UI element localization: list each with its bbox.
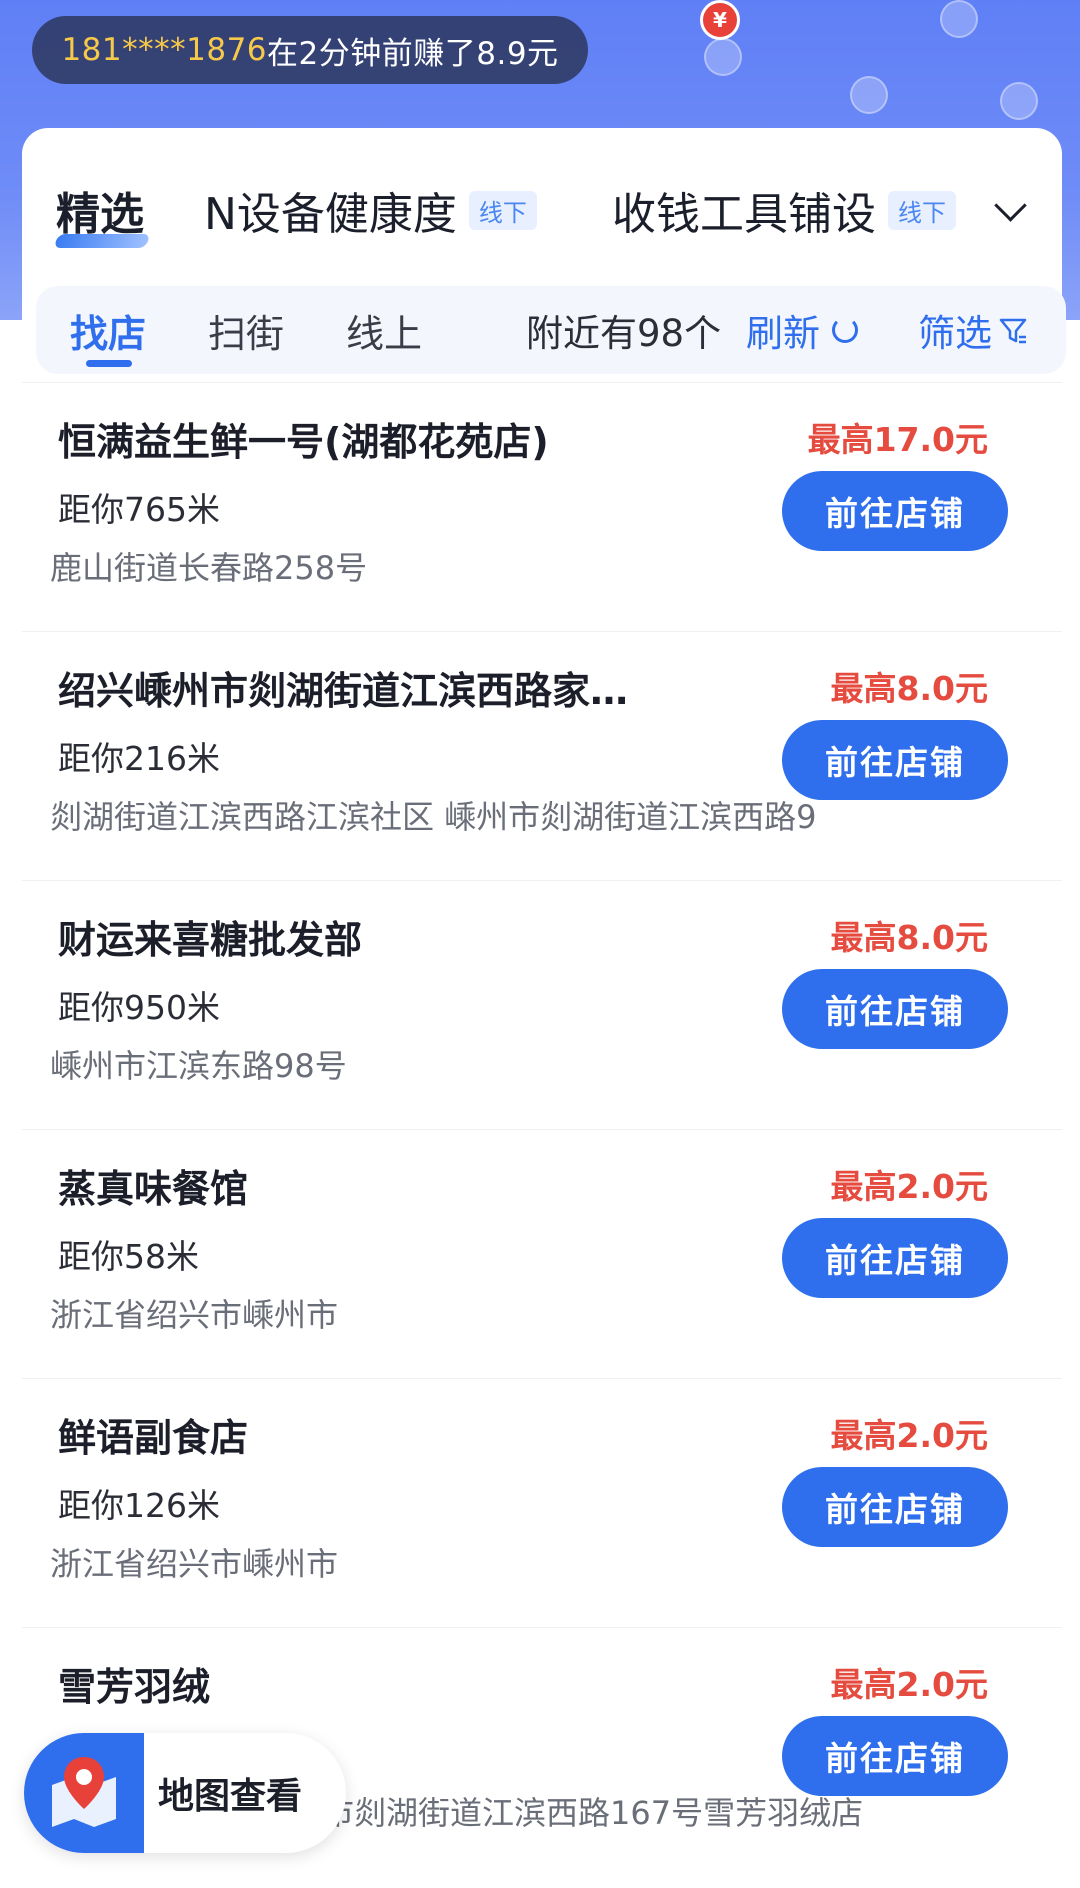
store-name: 财运来喜糖批发部 xyxy=(58,918,363,962)
offline-tag: 线下 xyxy=(468,190,537,230)
top-tabs: 精选 N设备健康度 线下 收钱工具铺设 线下 xyxy=(22,168,1062,252)
offline-tag: 线下 xyxy=(888,190,956,230)
refresh-button[interactable]: 刷新 xyxy=(746,286,858,374)
shop-pin-icon[interactable] xyxy=(940,0,978,38)
refresh-label: 刷新 xyxy=(746,312,820,355)
store-name: 雪芳羽绒 xyxy=(58,1665,211,1709)
filter-icon xyxy=(999,318,1027,344)
store-distance: 距你126米 xyxy=(58,1486,220,1525)
nearby-count: 附近有98个 xyxy=(526,312,722,355)
store-row[interactable]: 恒满益生鲜一号(湖都花苑店) 距你765米 鹿山街道长春路258号 最高17.0… xyxy=(22,382,1062,631)
earnings-ticker: 181****1876 在2分钟前赚了8.9元 xyxy=(32,16,588,84)
store-name: 绍兴嵊州市剡湖街道江滨西路家汇… xyxy=(58,669,648,713)
store-row[interactable]: 财运来喜糖批发部 距你950米 嵊州市江滨东路98号 最高8.0元 前往店铺 xyxy=(22,880,1062,1129)
store-reward: 最高2.0元 xyxy=(830,1167,988,1206)
go-to-store-button[interactable]: 前往店铺 xyxy=(782,969,1008,1049)
tab-payment-tools-label: 收钱工具铺设 xyxy=(612,189,876,240)
go-to-store-button[interactable]: 前往店铺 xyxy=(782,471,1008,551)
subtab-indicator xyxy=(86,360,132,367)
store-distance: 距你58米 xyxy=(58,1237,199,1276)
yen-pin-icon[interactable]: ¥ xyxy=(700,0,740,40)
store-reward: 最高17.0元 xyxy=(807,420,988,459)
map-view-button[interactable]: 地图查看 xyxy=(24,1733,346,1853)
store-distance: 距你950米 xyxy=(58,988,220,1027)
store-distance: 距你765米 xyxy=(58,490,220,529)
active-tab-indicator xyxy=(53,234,151,248)
store-row[interactable]: 蒸真味餐馆 距你58米 浙江省绍兴市嵊州市 最高2.0元 前往店铺 xyxy=(22,1129,1062,1378)
tab-device-health[interactable]: N设备健康度 线下 xyxy=(204,168,537,252)
shop-pin-icon[interactable] xyxy=(1000,82,1038,120)
subtab-street-sweep[interactable]: 扫街 xyxy=(208,286,284,374)
main-card: 精选 N设备健康度 线下 收钱工具铺设 线下 找店 扫街 线上 附近有98个 刷… xyxy=(22,128,1066,1888)
store-reward: 最高2.0元 xyxy=(830,1416,988,1455)
store-reward: 最高2.0元 xyxy=(830,1665,988,1704)
tab-payment-tools[interactable]: 收钱工具铺设 线下 xyxy=(612,168,956,252)
tab-device-health-label: N设备健康度 xyxy=(204,189,457,240)
store-reward: 最高8.0元 xyxy=(830,918,988,957)
go-to-store-button[interactable]: 前往店铺 xyxy=(782,1467,1008,1547)
sub-tabs-bar: 找店 扫街 线上 附近有98个 刷新 筛选 xyxy=(36,286,1066,374)
filter-button[interactable]: 筛选 xyxy=(918,286,1028,374)
store-name: 恒满益生鲜一号(湖都花苑店) xyxy=(58,420,549,464)
chevron-down-icon[interactable] xyxy=(994,189,1027,222)
ticker-phone: 181****1876 xyxy=(61,32,268,68)
store-row[interactable]: 鲜语副食店 距你126米 浙江省绍兴市嵊州市 最高2.0元 前往店铺 xyxy=(22,1378,1062,1627)
go-to-store-button[interactable]: 前往店铺 xyxy=(782,1716,1008,1796)
subtab-online[interactable]: 线上 xyxy=(346,286,422,374)
shop-pin-icon[interactable] xyxy=(704,38,742,76)
store-row[interactable]: 绍兴嵊州市剡湖街道江滨西路家汇… 距你216米 剡湖街道江滨西路江滨社区 嵊州市… xyxy=(22,631,1062,880)
store-name: 鲜语副食店 xyxy=(58,1416,249,1460)
store-name: 蒸真味餐馆 xyxy=(58,1167,249,1211)
map-pin-icon xyxy=(24,1733,144,1853)
go-to-store-button[interactable]: 前往店铺 xyxy=(782,720,1008,800)
map-view-label: 地图查看 xyxy=(158,1776,303,1817)
shop-pin-icon[interactable] xyxy=(850,76,888,114)
go-to-store-button[interactable]: 前往店铺 xyxy=(782,1218,1008,1298)
refresh-icon xyxy=(832,317,858,343)
store-distance: 距你216米 xyxy=(58,739,220,778)
ticker-message: 在2分钟前赚了8.9元 xyxy=(267,35,559,72)
filter-label: 筛选 xyxy=(918,312,992,355)
tab-featured-label: 精选 xyxy=(56,189,144,240)
store-reward: 最高8.0元 xyxy=(830,669,988,708)
